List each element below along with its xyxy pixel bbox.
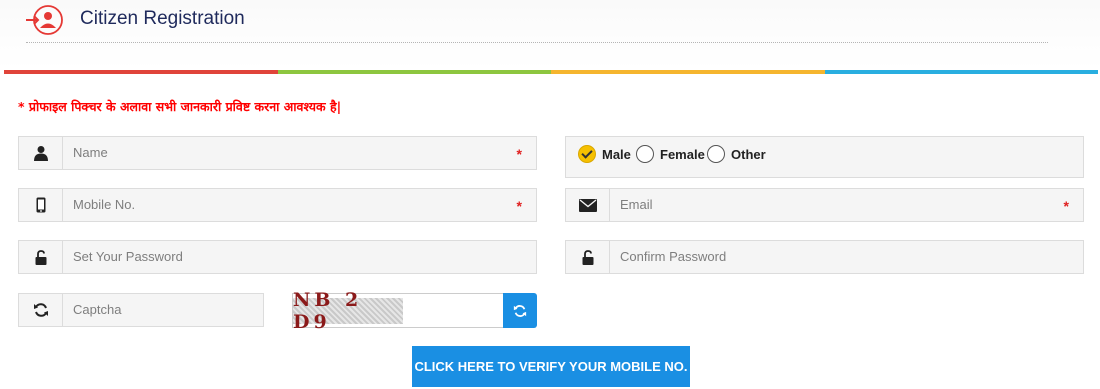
password-field[interactable]: Set Your Password (18, 240, 537, 274)
captcha-picture: NB 2 D9 (293, 289, 403, 333)
required-asterisk: * (1063, 198, 1069, 214)
gender-label-male: Male (602, 146, 631, 162)
stripe-yellow (551, 70, 825, 74)
unlock-icon (19, 241, 63, 273)
gender-option-male[interactable]: Male (578, 144, 631, 164)
stripe-blue (824, 70, 1098, 74)
confirm-password-placeholder: Confirm Password (620, 249, 727, 264)
user-add-icon (26, 5, 63, 35)
user-icon (19, 137, 63, 169)
required-asterisk: * (516, 198, 522, 214)
gender-label-female: Female (660, 146, 705, 162)
required-asterisk: * (516, 146, 522, 162)
header-divider (26, 42, 1048, 43)
stripe-green (277, 70, 551, 74)
refresh-icon (513, 304, 527, 317)
name-field[interactable]: Name * (18, 136, 537, 170)
gender-radio-group: Male Female Other (565, 136, 1084, 178)
email-field[interactable]: Email * (565, 188, 1084, 222)
radio-other[interactable] (707, 145, 725, 163)
captcha-refresh-button[interactable] (503, 293, 537, 328)
email-placeholder: Email (620, 197, 653, 212)
gender-label-other: Other (731, 146, 766, 162)
captcha-image: NB 2 D9 (292, 289, 504, 333)
captcha-text: NB 2 D9 (293, 289, 363, 333)
mobile-placeholder: Mobile No. (73, 197, 136, 212)
unlock-icon (566, 241, 610, 273)
refresh-icon (19, 294, 63, 326)
name-placeholder: Name (73, 145, 108, 160)
radio-male[interactable] (578, 145, 596, 163)
captcha-field[interactable]: Captcha (18, 293, 264, 327)
page-title: Citizen Registration (80, 8, 245, 29)
mobile-field[interactable]: Mobile No. * (18, 188, 537, 222)
captcha-placeholder: Captcha (73, 302, 122, 317)
envelope-icon (566, 189, 610, 221)
gender-option-other[interactable]: Other (707, 144, 766, 164)
verify-mobile-button[interactable]: CLICK HERE TO VERIFY YOUR MOBILE NO. (412, 346, 690, 387)
page-header: Citizen Registration (0, 0, 1100, 70)
confirm-password-field[interactable]: Confirm Password (565, 240, 1084, 274)
color-stripe (4, 70, 1098, 74)
password-placeholder: Set Your Password (73, 249, 183, 264)
radio-female[interactable] (636, 145, 654, 163)
stripe-red (4, 70, 278, 74)
mobile-icon (19, 189, 63, 221)
gender-option-female[interactable]: Female (636, 144, 705, 164)
required-notice: * प्रोफाइल पिक्चर के अलावा सभी जानकारी प… (18, 99, 342, 114)
